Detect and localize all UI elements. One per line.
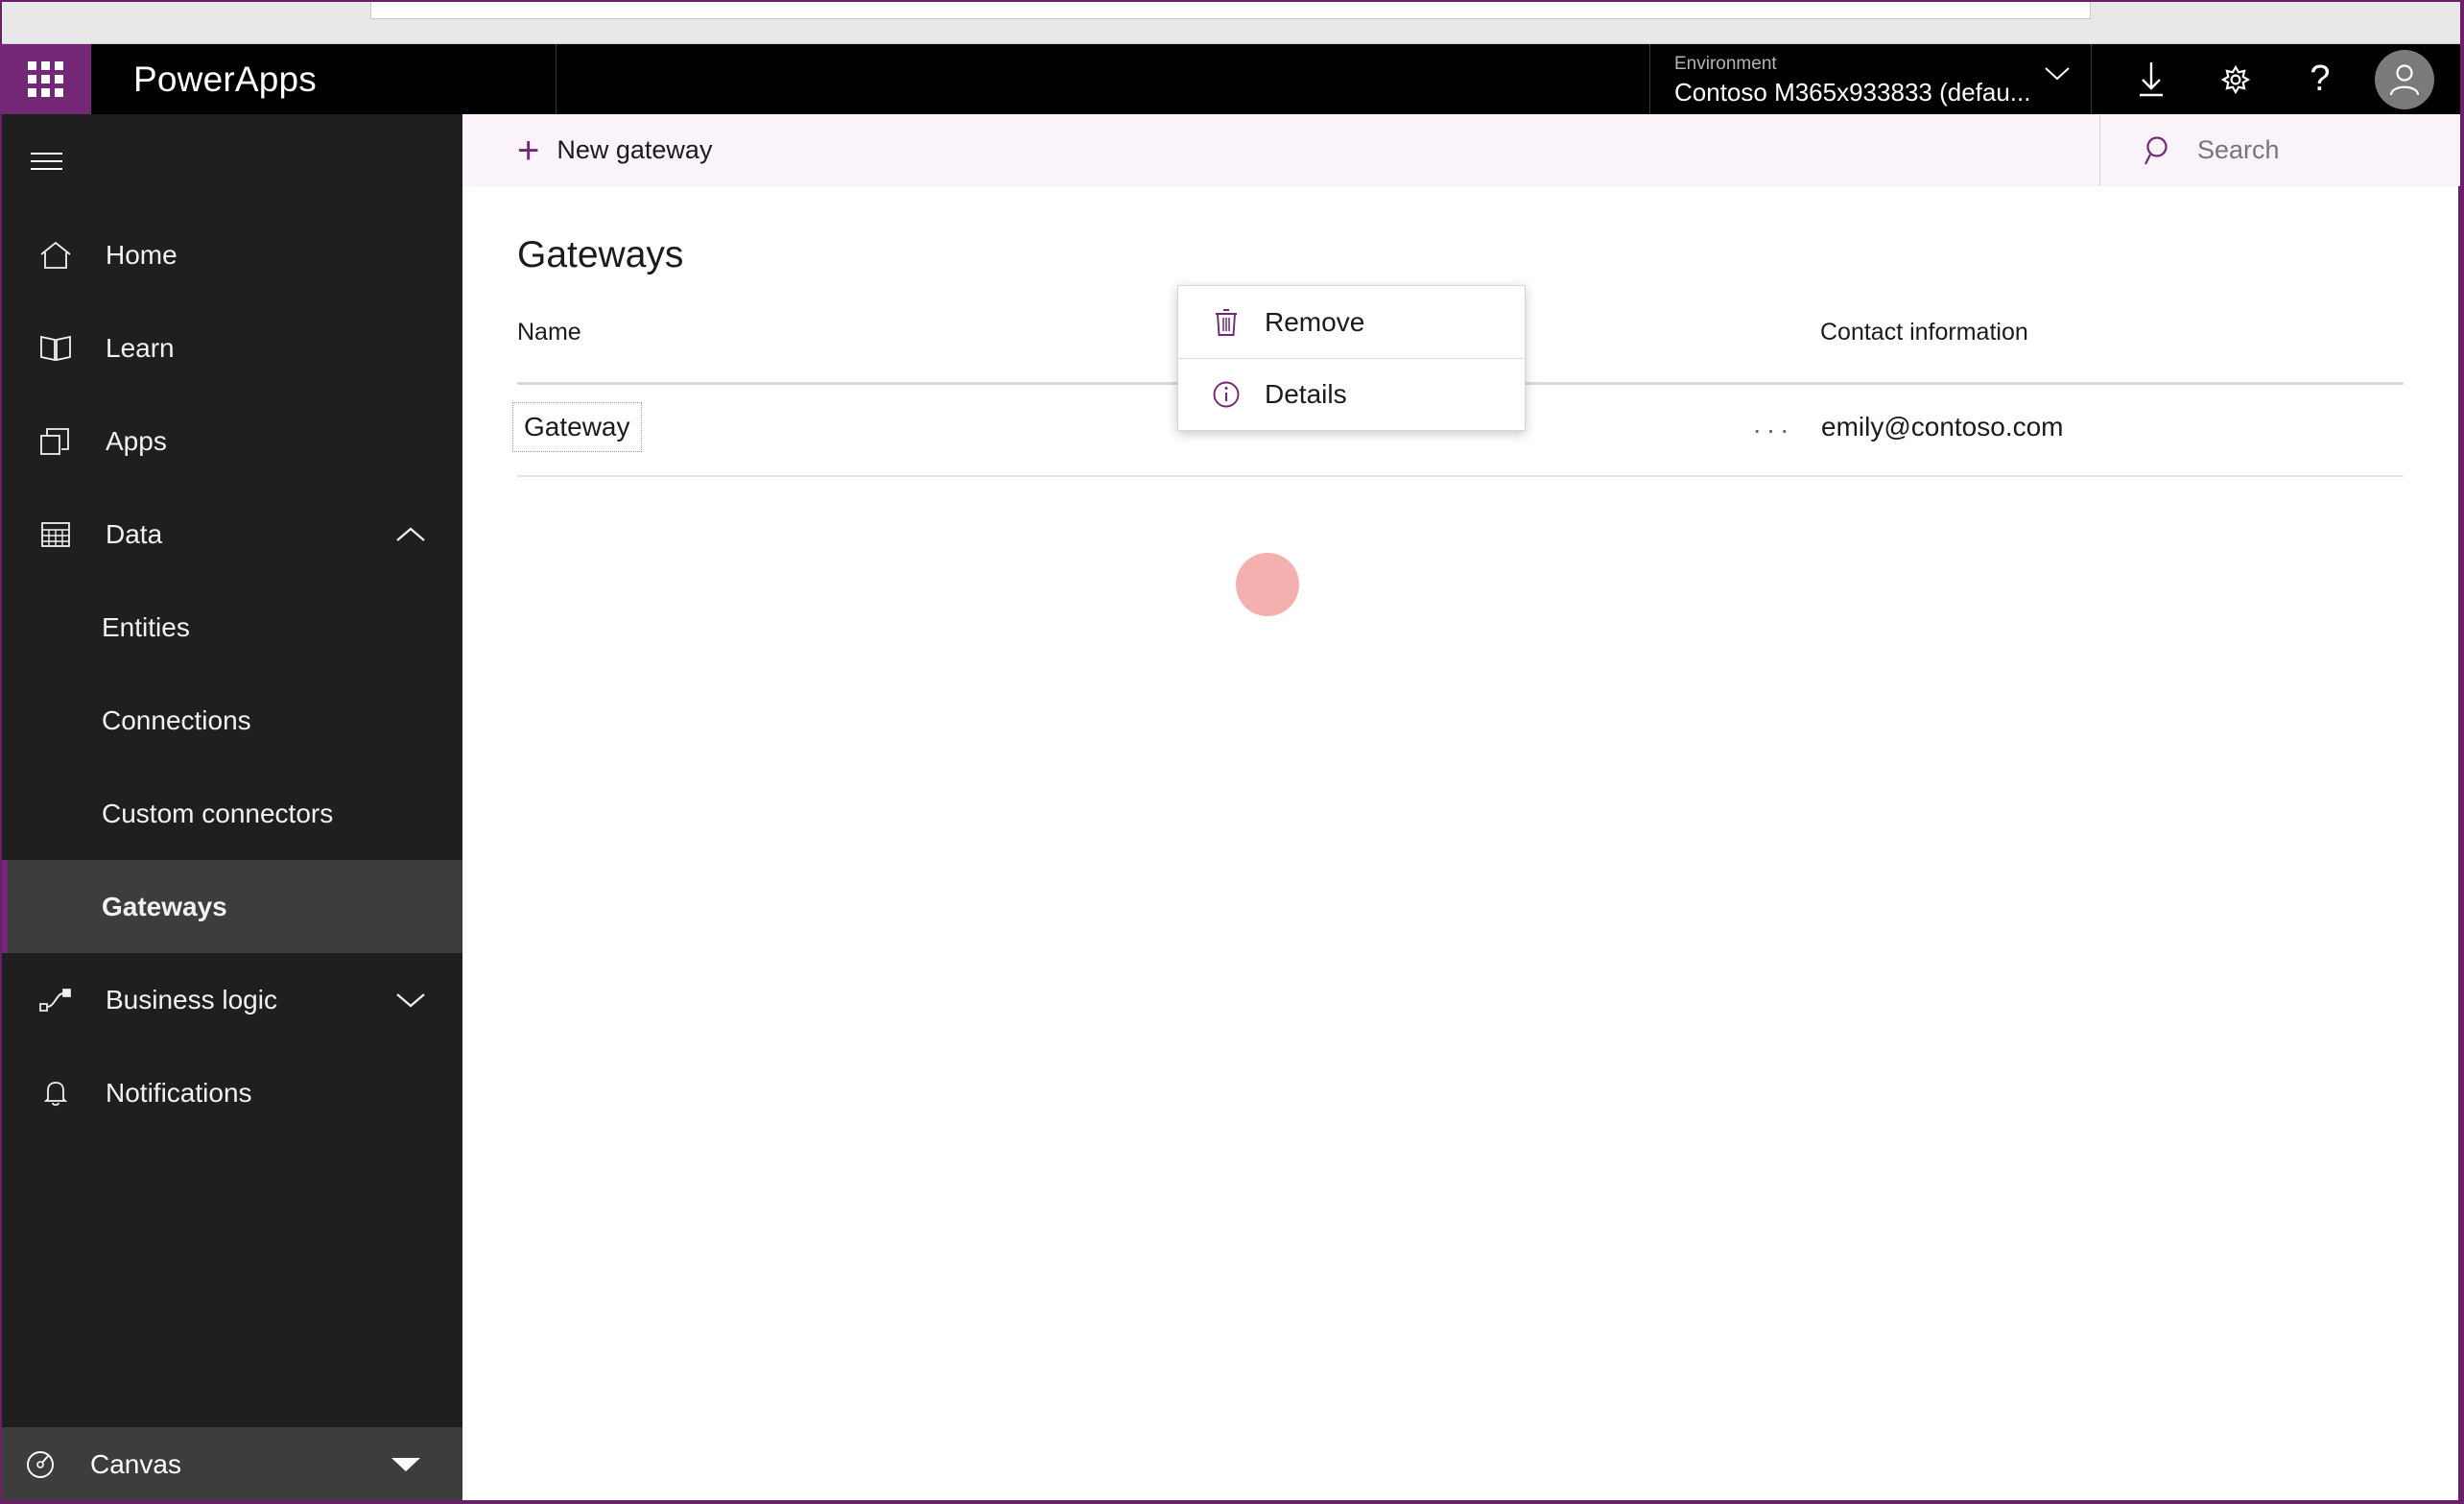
- info-icon: [1207, 380, 1245, 409]
- canvas-switcher[interactable]: Canvas: [2, 1427, 462, 1502]
- waffle-grid: [28, 61, 63, 97]
- top-app-bar: PowerApps Environment Contoso M365x93383…: [0, 44, 2464, 114]
- sidebar-item-label: Notifications: [106, 1077, 252, 1108]
- brand-title[interactable]: PowerApps: [91, 44, 557, 114]
- book-icon: [29, 334, 83, 363]
- sidebar-item-custom-connectors[interactable]: Custom connectors: [2, 767, 462, 860]
- home-icon: [29, 240, 83, 271]
- left-sidebar: Home Learn Apps Data Entities Connection…: [0, 114, 462, 1502]
- sidebar-item-connections[interactable]: Connections: [2, 674, 462, 767]
- table-row-divider: [517, 475, 2404, 477]
- topbar-icon-group: ?: [2092, 44, 2464, 114]
- table-icon: [29, 520, 83, 549]
- sidebar-subitem-label: Entities: [102, 611, 190, 642]
- download-icon[interactable]: [2121, 50, 2181, 109]
- chevron-up-icon[interactable]: [395, 526, 426, 543]
- column-header-contact[interactable]: Contact information: [1820, 319, 2028, 346]
- bell-icon: [29, 1078, 83, 1109]
- avatar[interactable]: [2375, 49, 2434, 109]
- sidebar-subitem-label: Custom connectors: [102, 798, 334, 828]
- chevron-down-icon: [2045, 65, 2070, 87]
- help-icon[interactable]: ?: [2290, 50, 2350, 109]
- new-gateway-button[interactable]: + New gateway: [462, 114, 2099, 186]
- sidebar-item-label: Home: [106, 239, 178, 270]
- ellipsis-icon[interactable]: ···: [1748, 406, 1798, 454]
- app-launcher-icon[interactable]: [0, 44, 91, 114]
- menu-item-details[interactable]: Details: [1178, 358, 1525, 430]
- sidebar-item-learn[interactable]: Learn: [2, 301, 462, 394]
- gauge-icon: [13, 1448, 67, 1481]
- flow-icon: [29, 987, 83, 1014]
- search-placeholder: Search: [2197, 135, 2280, 164]
- sidebar-item-gateways[interactable]: Gateways: [2, 860, 462, 953]
- window-border-right: [2460, 0, 2464, 1504]
- new-gateway-label: New gateway: [557, 135, 713, 164]
- search-input[interactable]: Search: [2099, 114, 2462, 186]
- svg-text:?: ?: [2310, 59, 2330, 99]
- sidebar-item-label: Learn: [106, 332, 175, 363]
- canvas-label: Canvas: [90, 1449, 181, 1479]
- plus-icon: +: [517, 129, 540, 172]
- sidebar-item-label: Data: [106, 518, 163, 549]
- gateway-contact-cell: emily@contoso.com: [1821, 412, 2064, 442]
- sidebar-item-label: Apps: [106, 425, 167, 456]
- environment-picker[interactable]: Environment Contoso M365x933833 (defau..…: [1650, 44, 2092, 114]
- trash-icon: [1207, 307, 1245, 338]
- window-border-bottom: [0, 1500, 2464, 1504]
- row-context-menu: Remove Details: [1177, 285, 1526, 431]
- sidebar-item-business-logic[interactable]: Business logic: [2, 953, 462, 1046]
- hamburger-menu-icon[interactable]: [2, 114, 462, 208]
- search-icon: [2144, 134, 2176, 167]
- column-header-name[interactable]: Name: [517, 319, 581, 346]
- sidebar-item-notifications[interactable]: Notifications: [2, 1046, 462, 1139]
- sidebar-item-data[interactable]: Data: [2, 488, 462, 581]
- topbar-spacer: [557, 44, 1650, 114]
- sidebar-item-label: Business logic: [106, 984, 277, 1015]
- menu-item-label: Details: [1265, 379, 1347, 409]
- environment-label: Environment: [1674, 53, 1777, 74]
- sidebar-item-entities[interactable]: Entities: [2, 581, 462, 674]
- command-bar: + New gateway Search: [462, 114, 2462, 186]
- menu-item-remove[interactable]: Remove: [1178, 286, 1525, 358]
- sidebar-subitem-label: Connections: [102, 704, 251, 735]
- apps-icon: [29, 426, 83, 457]
- browser-chrome-strip: [0, 0, 2464, 44]
- sidebar-item-home[interactable]: Home: [2, 208, 462, 301]
- menu-item-label: Remove: [1265, 306, 1365, 337]
- chevron-down-icon[interactable]: [395, 991, 426, 1009]
- address-bar[interactable]: [370, 0, 2091, 19]
- hamburger-lines: [31, 147, 62, 176]
- gateway-name-cell[interactable]: Gateway: [512, 402, 642, 452]
- caret-down-icon[interactable]: [390, 1449, 422, 1480]
- page-title: Gateways: [517, 234, 684, 275]
- gear-icon[interactable]: [2206, 50, 2265, 109]
- sidebar-subitem-label: Gateways: [102, 891, 227, 921]
- environment-value: Contoso M365x933833 (defau...: [1674, 77, 2031, 107]
- sidebar-item-apps[interactable]: Apps: [2, 394, 462, 488]
